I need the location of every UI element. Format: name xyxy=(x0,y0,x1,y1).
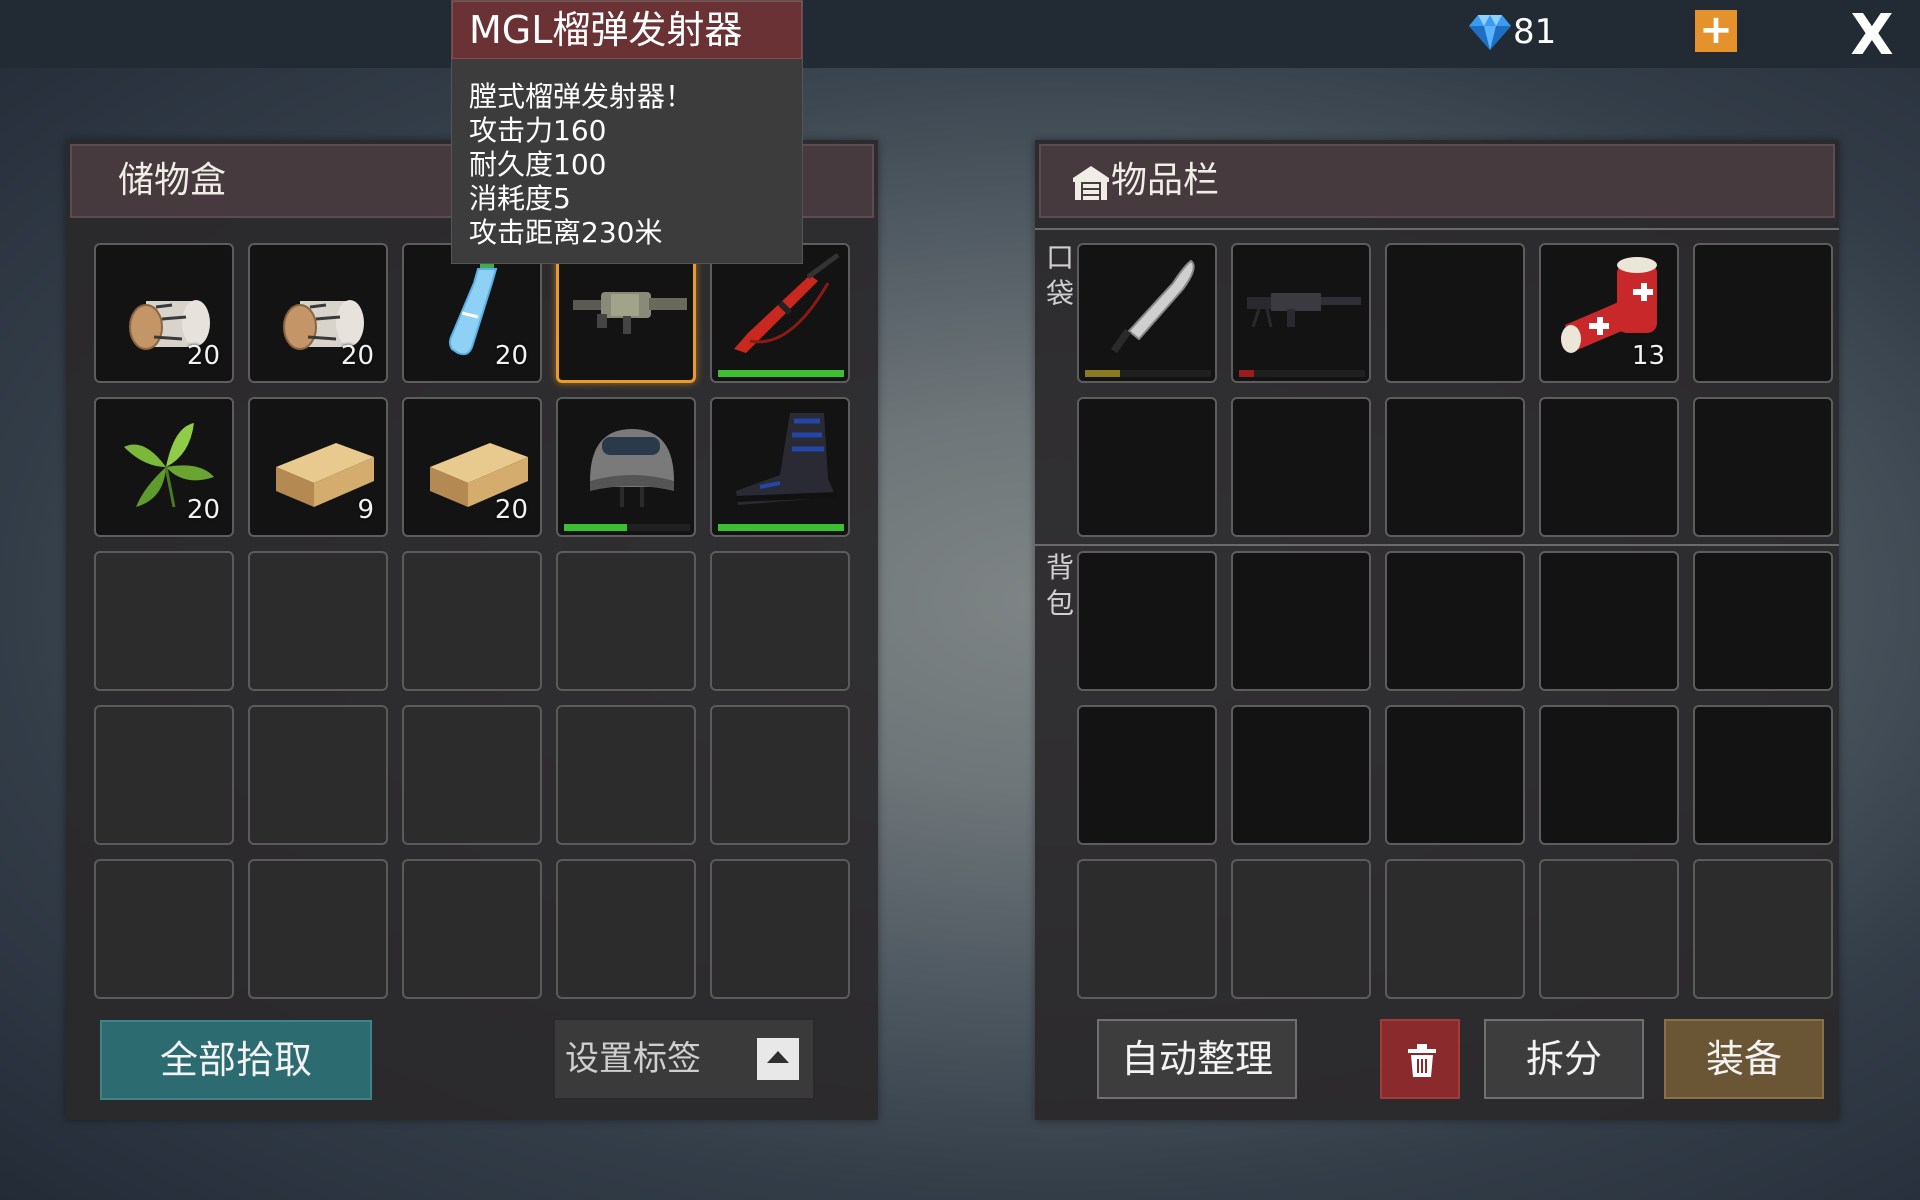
section-divider xyxy=(1035,544,1839,546)
storage-slot-empty[interactable] xyxy=(94,705,234,845)
storage-slot-empty[interactable] xyxy=(556,705,696,845)
item-tooltip: MGL榴弹发射器 膛式榴弹发射器！ 攻击力160 耐久度100 消耗度5 攻击距… xyxy=(451,0,803,264)
storage-slot-empty[interactable] xyxy=(402,705,542,845)
caret-up-icon[interactable] xyxy=(757,1038,799,1080)
backpack-slot-empty[interactable] xyxy=(1077,705,1217,845)
storage-slot-empty[interactable] xyxy=(94,551,234,691)
item-quantity: 13 xyxy=(1631,341,1665,371)
storage-slot[interactable]: 20 xyxy=(94,397,234,537)
backpack-slot-empty[interactable] xyxy=(1231,705,1371,845)
durability-bar xyxy=(1085,370,1211,377)
pocket-slot-empty[interactable] xyxy=(1385,397,1525,537)
add-gems-button[interactable]: + xyxy=(1695,10,1737,52)
storage-slot-empty[interactable] xyxy=(556,551,696,691)
set-tag-label: 设置标签 xyxy=(565,1039,701,1079)
backpack-slot-empty[interactable] xyxy=(1539,705,1679,845)
pocket-label-2: 袋 xyxy=(1045,277,1074,310)
trash-icon xyxy=(1408,1044,1436,1077)
section-divider xyxy=(1035,228,1839,230)
pocket-slot-empty[interactable] xyxy=(1693,243,1833,383)
trash-button[interactable] xyxy=(1380,1019,1460,1099)
storage-slot[interactable]: 20 xyxy=(94,243,234,383)
pocket-label-1: 口 xyxy=(1045,241,1074,274)
pocket-slot[interactable] xyxy=(1231,243,1371,383)
helmet-icon xyxy=(590,429,674,507)
storage-slot-empty[interactable] xyxy=(710,705,850,845)
item-quantity: 20 xyxy=(494,495,528,525)
durability-bar xyxy=(718,524,844,531)
rifle-icon xyxy=(734,253,840,353)
backpack-label-1: 背 xyxy=(1045,551,1074,584)
gem-count: 81 xyxy=(1513,12,1557,52)
item-quantity: 20 xyxy=(494,341,528,371)
storage-slot[interactable]: 20 xyxy=(402,243,542,383)
backpack-slot-empty[interactable] xyxy=(1693,705,1833,845)
storage-slot-empty[interactable] xyxy=(710,551,850,691)
backpack-slot-locked[interactable] xyxy=(1231,859,1371,999)
item-quantity: 20 xyxy=(340,341,374,371)
item-quantity: 20 xyxy=(186,341,220,371)
durability-bar xyxy=(718,370,844,377)
pocket-slot-empty[interactable] xyxy=(1077,397,1217,537)
auto-sort-button[interactable]: 自动整理 xyxy=(1097,1019,1297,1099)
pocket-slot-empty[interactable] xyxy=(1539,397,1679,537)
set-tag-dropdown[interactable]: 设置标签 xyxy=(553,1018,815,1100)
pocket-slot-empty[interactable] xyxy=(1231,397,1371,537)
backpack-slot-empty[interactable] xyxy=(1077,551,1217,691)
backpack-slot-locked[interactable] xyxy=(1693,859,1833,999)
backpack-slot-empty[interactable] xyxy=(1231,551,1371,691)
backpack-slot-empty[interactable] xyxy=(1385,705,1525,845)
split-button[interactable]: 拆分 xyxy=(1484,1019,1644,1099)
inventory-title-label: 物品栏 xyxy=(1111,160,1220,201)
pocket-slot-empty[interactable] xyxy=(1385,243,1525,383)
grenade-launcher-icon xyxy=(573,292,687,334)
pocket-label: 口 袋 xyxy=(1043,240,1077,312)
storage-slot[interactable] xyxy=(556,397,696,537)
close-button[interactable]: X xyxy=(1844,8,1900,64)
pocket-slot-empty[interactable] xyxy=(1693,397,1833,537)
storage-slot-empty[interactable] xyxy=(402,859,542,999)
backpack-slot-empty[interactable] xyxy=(1385,551,1525,691)
storage-slot-selected[interactable] xyxy=(556,243,696,383)
machine-gun-icon xyxy=(1247,293,1361,328)
storage-slot[interactable]: 9 xyxy=(248,397,388,537)
storage-slot-empty[interactable] xyxy=(556,859,696,999)
storage-slot-empty[interactable] xyxy=(710,859,850,999)
pocket-slot[interactable]: 13 xyxy=(1539,243,1679,383)
backpack-slot-locked[interactable] xyxy=(1077,859,1217,999)
storage-slot[interactable]: 20 xyxy=(248,243,388,383)
storage-slot-empty[interactable] xyxy=(94,859,234,999)
warehouse-icon xyxy=(1073,166,1109,200)
backpack-slot-locked[interactable] xyxy=(1385,859,1525,999)
pocket-slot[interactable] xyxy=(1077,243,1217,383)
durability-bar xyxy=(1239,370,1365,377)
storage-slot-empty[interactable] xyxy=(248,705,388,845)
backpack-label-2: 包 xyxy=(1045,587,1074,620)
backpack-slot-locked[interactable] xyxy=(1539,859,1679,999)
storage-slot-empty[interactable] xyxy=(248,859,388,999)
backpack-slot-empty[interactable] xyxy=(1693,551,1833,691)
backpack-slot-empty[interactable] xyxy=(1539,551,1679,691)
storage-slot-empty[interactable] xyxy=(248,551,388,691)
top-bar: 81 + X xyxy=(0,0,1920,68)
diamond-icon xyxy=(1469,15,1511,50)
storage-slot-empty[interactable] xyxy=(402,551,542,691)
machete-icon xyxy=(1111,259,1195,353)
storage-slot[interactable] xyxy=(710,397,850,537)
item-quantity: 20 xyxy=(186,495,220,525)
pick-all-button[interactable]: 全部拾取 xyxy=(100,1020,372,1100)
storage-slot[interactable]: 20 xyxy=(402,397,542,537)
boot-icon xyxy=(735,413,837,505)
tooltip-title: MGL榴弹发射器 xyxy=(452,1,802,59)
durability-bar xyxy=(564,524,690,531)
storage-slot[interactable] xyxy=(710,243,850,383)
backpack-label: 背 包 xyxy=(1043,550,1077,622)
item-quantity: 9 xyxy=(357,495,374,525)
tooltip-line: 攻击距离230米 xyxy=(469,216,663,249)
inventory-title: 物品栏 xyxy=(1039,144,1835,218)
equip-button[interactable]: 装备 xyxy=(1664,1019,1824,1099)
inventory-panel: 物品栏 口 袋 13 背 包 xyxy=(1035,140,1839,1120)
storage-panel: 储物盒 20 20 20 20 9 20 xyxy=(66,140,878,1120)
